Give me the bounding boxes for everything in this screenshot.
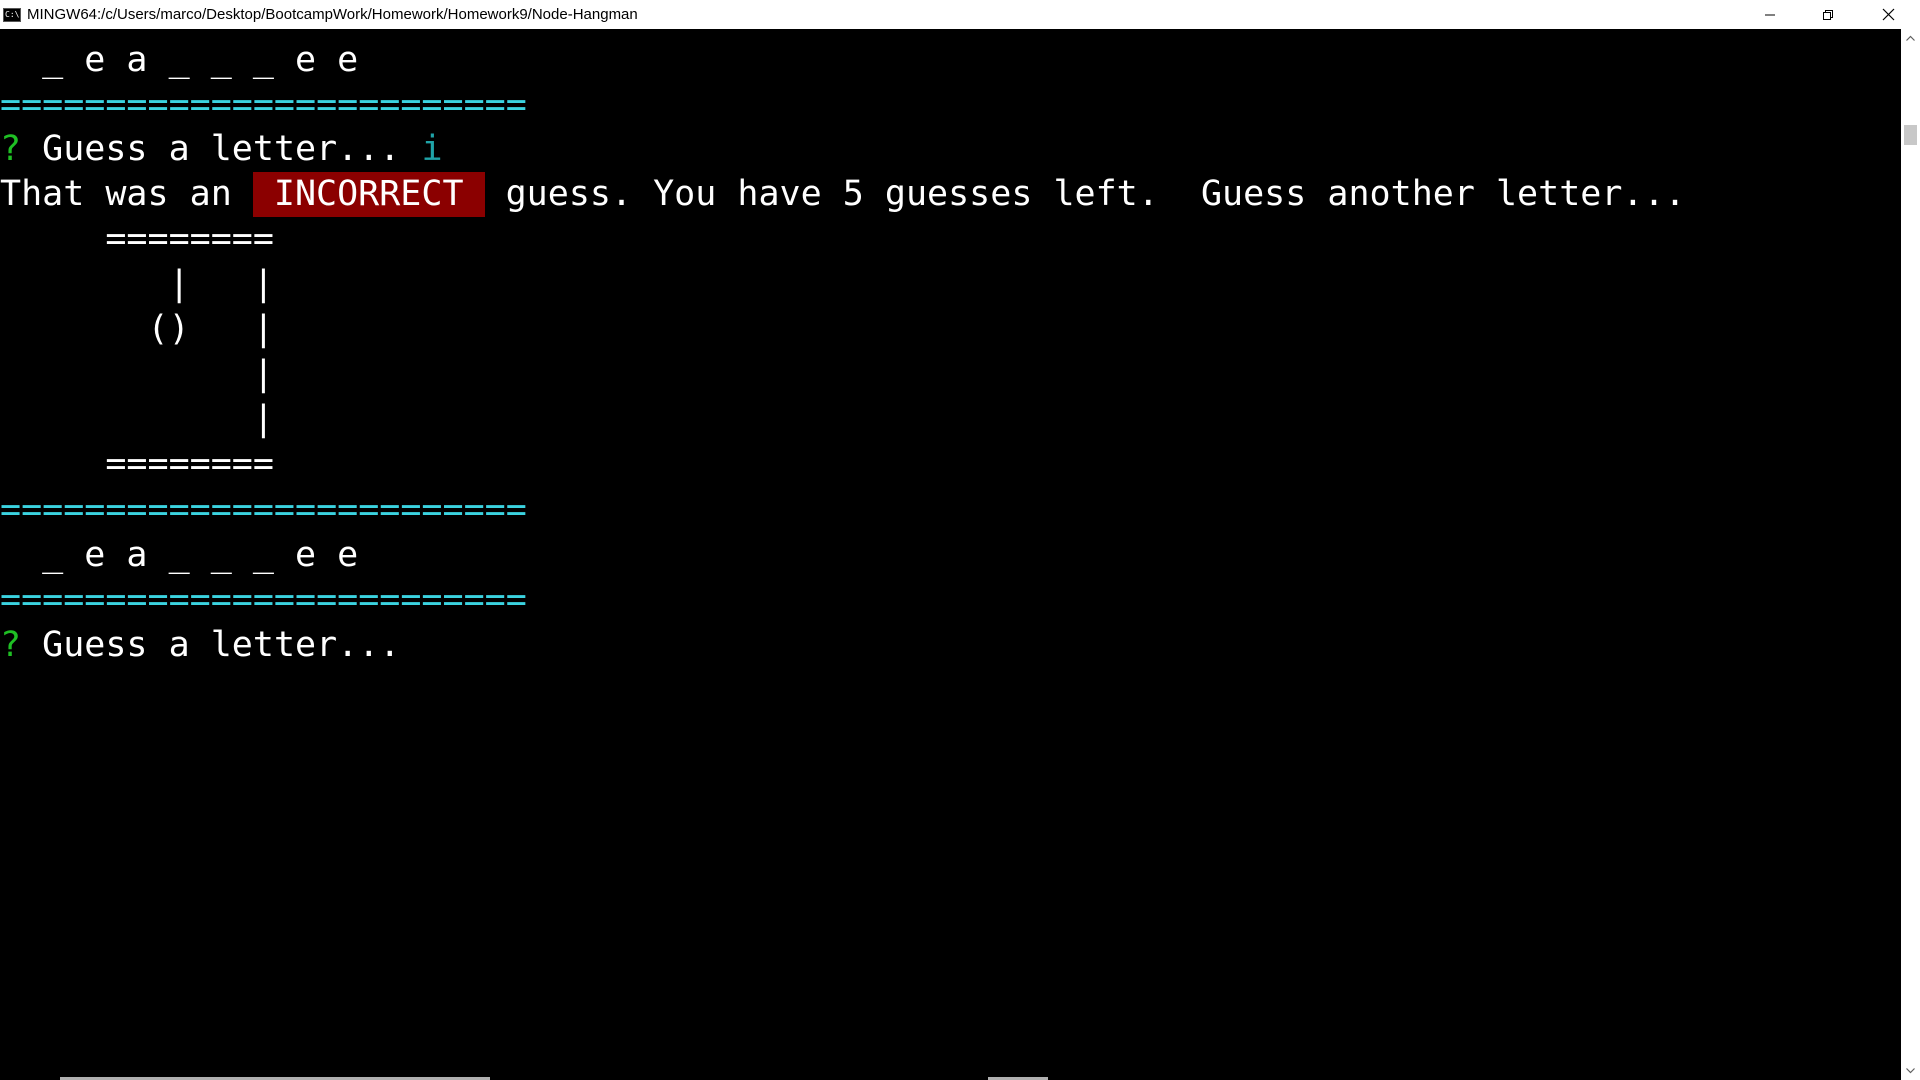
incorrect-prefix: That was an xyxy=(0,174,253,214)
hangman-word-bottom: _ e a _ _ _ e e xyxy=(0,535,359,575)
prompt-text: Guess a letter... xyxy=(21,129,422,169)
minimize-button[interactable] xyxy=(1741,0,1799,29)
scrollbar-thumb[interactable] xyxy=(1904,125,1917,145)
terminal-output[interactable]: _ e a _ _ _ e e ========================… xyxy=(0,29,1901,1080)
terminal-app-icon[interactable]: C:\ xyxy=(3,7,21,22)
restore-icon xyxy=(1823,9,1833,20)
divider-line: ========================= xyxy=(0,580,527,620)
prompt-answer: i xyxy=(421,129,443,169)
window-title-bar[interactable]: C:\ MINGW64:/c/Users/marco/Desktop/Bootc… xyxy=(0,0,1920,29)
restore-button[interactable] xyxy=(1799,0,1857,29)
incorrect-message: That was an INCORRECT guess. You have 5 … xyxy=(0,172,1686,217)
vertical-scrollbar[interactable] xyxy=(1901,29,1920,1080)
gallows-line: ======== xyxy=(0,444,274,484)
divider-line: ========================= xyxy=(0,490,527,530)
prompt-text: Guess a letter... xyxy=(21,625,401,665)
gallows-line: () | xyxy=(0,309,274,349)
window-title: MINGW64:/c/Users/marco/Desktop/BootcampW… xyxy=(27,6,638,23)
gallows-line: | | xyxy=(0,264,274,304)
hangman-word-top: _ e a _ _ _ e e xyxy=(0,40,359,80)
gallows-line: | xyxy=(0,399,274,439)
divider-line: ========================= xyxy=(0,85,527,125)
close-button[interactable] xyxy=(1857,0,1920,29)
prompt-symbol: ? xyxy=(0,129,22,169)
chevron-down-icon[interactable] xyxy=(1905,1065,1916,1076)
prompt-symbol: ? xyxy=(0,625,22,665)
incorrect-badge: INCORRECT xyxy=(252,172,485,217)
gallows-line: ======== xyxy=(0,219,274,259)
prompt-line-answered: ? Guess a letter... i xyxy=(0,127,443,172)
minimize-icon xyxy=(1765,14,1775,15)
gallows-line: | xyxy=(0,354,274,394)
close-icon xyxy=(1882,8,1895,21)
incorrect-suffix: guess. You have 5 guesses left. Guess an… xyxy=(484,174,1686,214)
chevron-up-icon[interactable] xyxy=(1905,33,1916,44)
prompt-line-current[interactable]: ? Guess a letter... xyxy=(0,623,400,668)
